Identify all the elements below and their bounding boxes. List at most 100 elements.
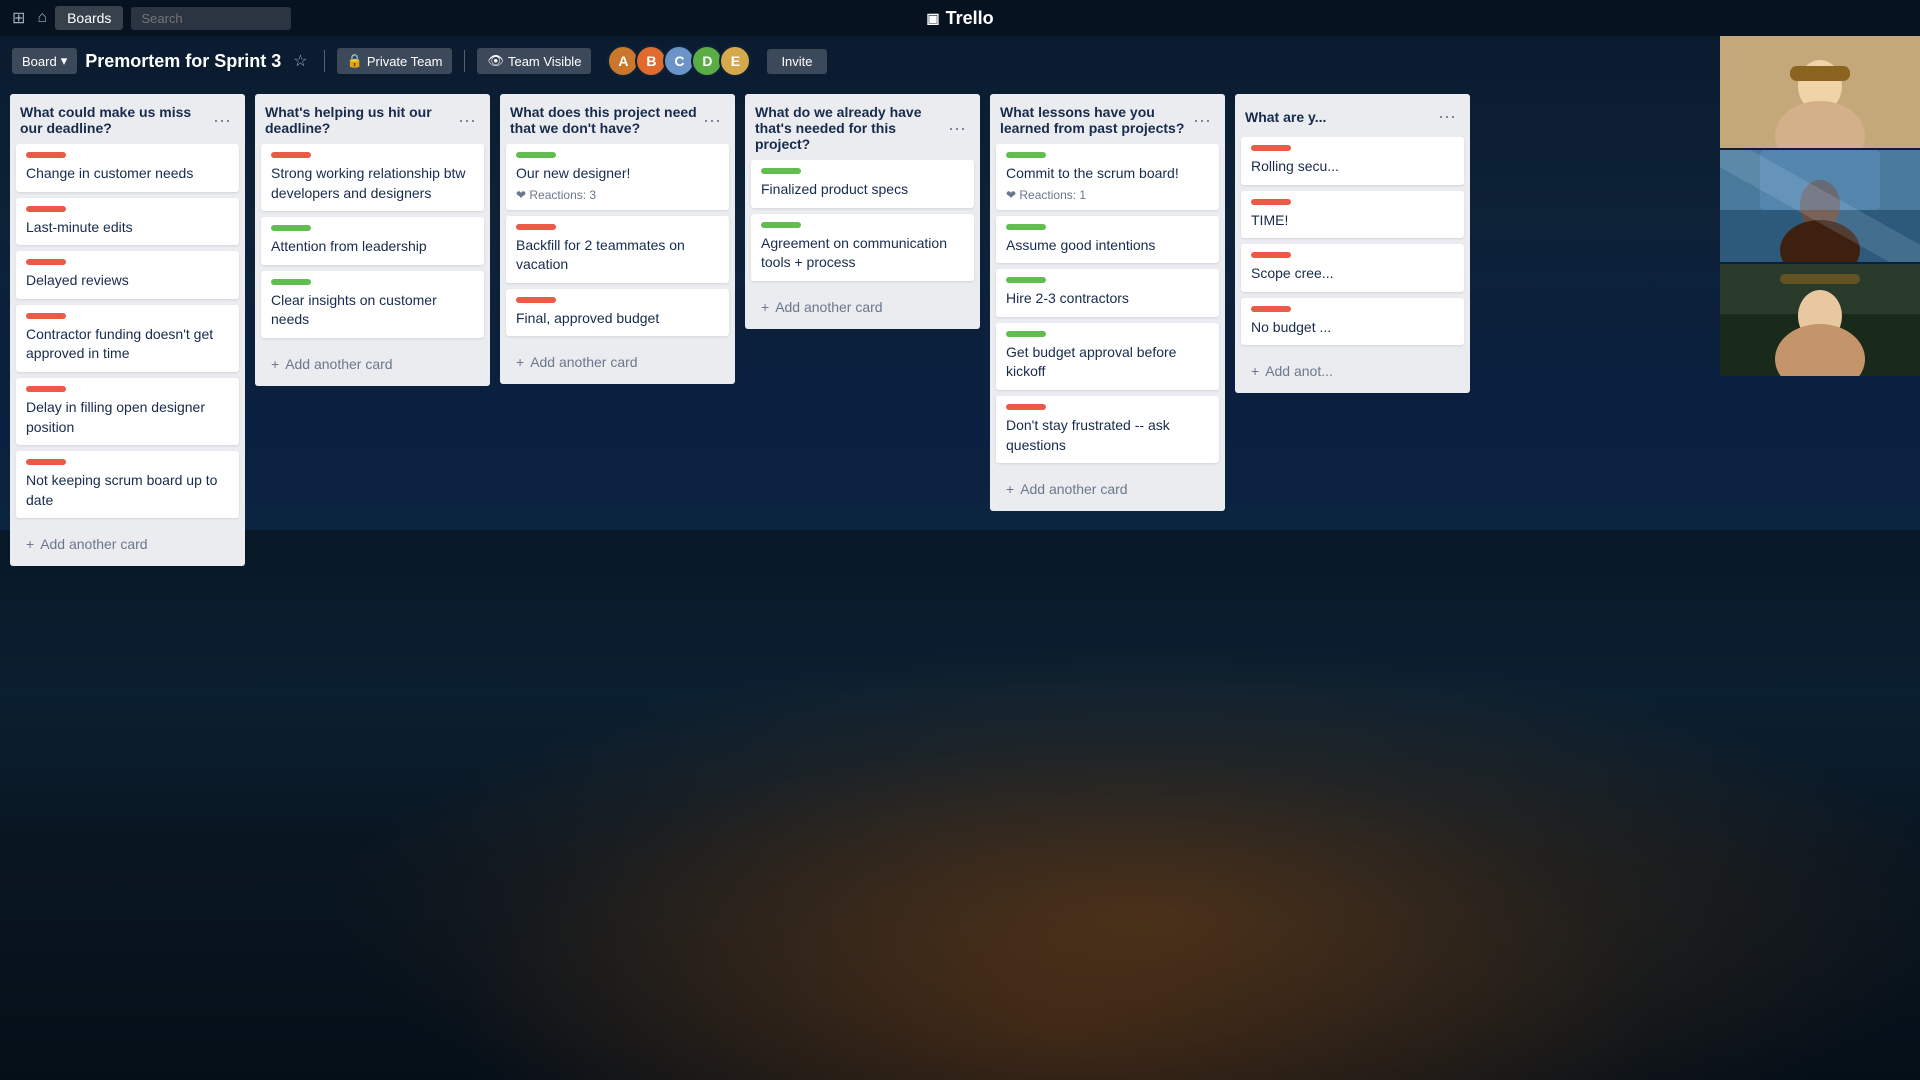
table-row[interactable]: Scope cree...	[1241, 244, 1464, 292]
table-row[interactable]: Attention from leadership	[261, 217, 484, 265]
list-menu-btn-2[interactable]: ···	[454, 108, 480, 133]
invite-button[interactable]: Invite	[767, 49, 826, 74]
chevron-down-icon: ▾	[61, 53, 68, 69]
card-title-6-2: TIME!	[1251, 211, 1454, 231]
table-row[interactable]: Strong working relationship btw develope…	[261, 144, 484, 211]
home-icon[interactable]: ⌂	[33, 5, 51, 31]
card-label-3-3	[516, 297, 556, 303]
grid-icon[interactable]: ⊞	[8, 4, 29, 32]
table-row[interactable]: Not keeping scrum board up to date	[16, 451, 239, 518]
board-menu-button[interactable]: Board ▾	[12, 48, 77, 74]
video-panel	[1720, 36, 1920, 376]
card-title-6-4: No budget ...	[1251, 318, 1454, 338]
plus-icon: +	[271, 356, 279, 372]
table-row[interactable]: Backfill for 2 teammates on vacation	[506, 216, 729, 283]
add-card-btn-2[interactable]: + Add another card	[261, 348, 484, 380]
add-card-label-1: Add another card	[40, 536, 147, 552]
table-row[interactable]: Change in customer needs	[16, 144, 239, 192]
add-card-btn-5[interactable]: +Add another card	[996, 473, 1219, 505]
table-row[interactable]: Assume good intentions	[996, 216, 1219, 264]
card-label-1-1	[26, 152, 66, 158]
list-menu-btn-6[interactable]: ···	[1434, 104, 1460, 129]
card-title-3-3: Final, approved budget	[516, 309, 719, 329]
card-label-6-4	[1251, 306, 1291, 312]
table-row[interactable]: Don't stay frustrated -- ask questions	[996, 396, 1219, 463]
visibility-label: Team Visible	[508, 54, 581, 69]
card-label-4-2	[761, 222, 801, 228]
card-title-1-2: Last-minute edits	[26, 218, 229, 238]
card-label-5-1	[1006, 152, 1046, 158]
table-row[interactable]: Last-minute edits	[16, 198, 239, 246]
list-title-3: What does this project need that we don'…	[510, 104, 699, 136]
list-cards-3: Our new designer! ❤ Reactions: 3 Backfill …	[500, 144, 735, 342]
card-title-5-3: Hire 2-3 contractors	[1006, 289, 1209, 309]
list-menu-btn-1[interactable]: ···	[209, 108, 235, 133]
table-row[interactable]: TIME!	[1241, 191, 1464, 239]
table-row[interactable]: Delayed reviews	[16, 251, 239, 299]
list-3: What does this project need that we don'…	[500, 94, 735, 384]
list-title-5: What lessons have you learned from past …	[1000, 104, 1189, 136]
star-icon[interactable]: ☆	[289, 47, 311, 75]
table-row[interactable]: Finalized product specs	[751, 160, 974, 208]
card-label-2-1	[271, 152, 311, 158]
table-row[interactable]: Commit to the scrum board!❤ Reactions: 1	[996, 144, 1219, 210]
list-menu-btn-4[interactable]: ···	[944, 116, 970, 141]
list-header-3: What does this project need that we don'…	[500, 94, 735, 144]
card-label-1-6	[26, 459, 66, 465]
card-label-1-4	[26, 313, 66, 319]
table-row[interactable]: Clear insights on customer needs	[261, 271, 484, 338]
topbar: ⊞ ⌂ Boards ▣ Trello	[0, 0, 1920, 36]
list-5: What lessons have you learned from past …	[990, 94, 1225, 511]
card-label-3-2	[516, 224, 556, 230]
card-label-5-2	[1006, 224, 1046, 230]
add-card-btn-6[interactable]: +Add anot...	[1241, 355, 1464, 387]
list-header-4: What do we already have that's needed fo…	[745, 94, 980, 160]
add-card-btn-3[interactable]: +Add another card	[506, 346, 729, 378]
table-row[interactable]: Hire 2-3 contractors	[996, 269, 1219, 317]
card-title-6-3: Scope cree...	[1251, 264, 1454, 284]
avatar-5[interactable]: E	[719, 45, 751, 77]
card-title-1-4: Contractor funding doesn't get approved …	[26, 325, 229, 364]
visibility-button[interactable]: 👁 Team Visible	[477, 48, 591, 74]
privacy-label: Private Team	[367, 54, 443, 69]
privacy-button[interactable]: 🔒 Private Team	[337, 48, 453, 74]
plus-icon: +	[516, 354, 524, 370]
table-row[interactable]: Agreement on communication tools + proce…	[751, 214, 974, 281]
list-title-4: What do we already have that's needed fo…	[755, 104, 944, 152]
video-tile-2	[1720, 150, 1920, 262]
card-title-3-1: Our new designer!	[516, 164, 719, 184]
table-row[interactable]: Final, approved budget	[506, 289, 729, 337]
search-input[interactable]	[131, 7, 291, 30]
card-title-4-2: Agreement on communication tools + proce…	[761, 234, 964, 273]
list-cards-6: Rolling secu... TIME! Scope cree... No budg…	[1235, 137, 1470, 351]
list-6: What are y...···Rolling secu...TIME!Scop…	[1235, 94, 1470, 393]
table-row[interactable]: Contractor funding doesn't get approved …	[16, 305, 239, 372]
card-label-1-3	[26, 259, 66, 265]
table-row[interactable]: No budget ...	[1241, 298, 1464, 346]
list-cards-2: Strong working relationship btw develope…	[255, 144, 490, 344]
list-1: What could make us miss our deadline?···…	[10, 94, 245, 566]
boards-button[interactable]: Boards	[55, 6, 123, 30]
list-menu-btn-3[interactable]: ···	[699, 108, 725, 133]
add-card-label-6: Add anot...	[1265, 363, 1333, 379]
card-title-2-1: Strong working relationship btw develope…	[271, 164, 474, 203]
table-row[interactable]: Delay in filling open designer position	[16, 378, 239, 445]
card-title-1-5: Delay in filling open designer position	[26, 398, 229, 437]
add-card-btn-4[interactable]: +Add another card	[751, 291, 974, 323]
trello-icon: ▣	[926, 10, 939, 27]
add-card-btn-1[interactable]: +Add another card	[16, 528, 239, 560]
card-title-2-3: Clear insights on customer needs	[271, 291, 474, 330]
card-title-1-6: Not keeping scrum board up to date	[26, 471, 229, 510]
card-title-5-2: Assume good intentions	[1006, 236, 1209, 256]
plus-icon: +	[761, 299, 769, 315]
list-header-1: What could make us miss our deadline?···	[10, 94, 245, 144]
table-row[interactable]: Rolling secu...	[1241, 137, 1464, 185]
card-title-4-1: Finalized product specs	[761, 180, 964, 200]
table-row[interactable]: Get budget approval before kickoff	[996, 323, 1219, 390]
list-menu-btn-5[interactable]: ···	[1189, 108, 1215, 133]
add-card-label-2: Add another card	[285, 356, 392, 372]
card-reaction-3-1: ❤ Reactions: 3	[516, 188, 719, 202]
table-row[interactable]: Our new designer! ❤ Reactions: 3	[506, 144, 729, 210]
video-person-1	[1720, 36, 1920, 148]
card-title-1-3: Delayed reviews	[26, 271, 229, 291]
